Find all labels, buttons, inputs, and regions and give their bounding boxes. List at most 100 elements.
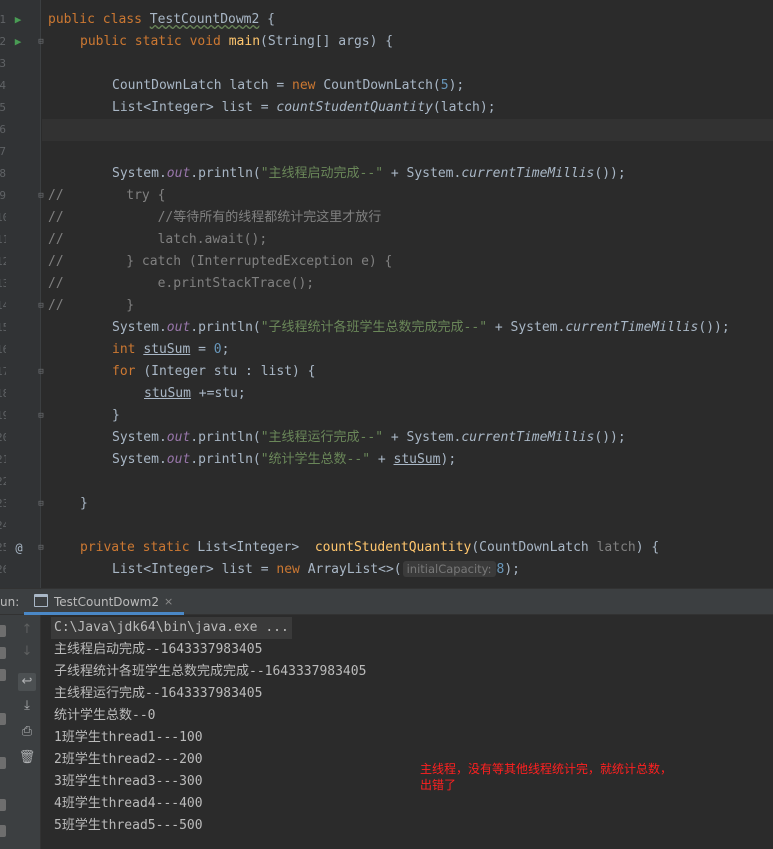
code-token: "子线程统计各班学生总数完成完成--" <box>260 320 488 335</box>
code-line: for (Integer stu : list) { <box>112 361 316 383</box>
code-token: latch.await(); <box>63 232 268 247</box>
run-class-icon[interactable]: ▶ <box>11 9 25 31</box>
console-line: 主线程启动完成--1643337983405 <box>54 642 263 657</box>
code-token: = <box>190 342 214 357</box>
stop-icon[interactable] <box>0 647 6 659</box>
code-line: System.out.println("子线程统计各班学生总数完成完成--" +… <box>112 317 730 339</box>
run-main-icon[interactable]: ▶ <box>11 31 25 53</box>
line-number: 15 <box>0 321 6 334</box>
console-line: 5班学生thread5---500 <box>54 818 203 833</box>
fold-icon[interactable]: ⊟ <box>36 31 46 53</box>
line-number: 5 <box>0 101 6 114</box>
line-number: 22 <box>0 475 6 488</box>
code-token: for <box>112 364 144 379</box>
code-token: new <box>292 78 324 93</box>
code-token: // <box>48 210 64 225</box>
scroll-to-end-icon[interactable]: ⤓ <box>18 697 36 715</box>
code-token: try { <box>63 188 166 203</box>
code-line: public static void main(String[] args) { <box>80 31 393 53</box>
current-line-highlight <box>42 119 773 141</box>
fold-icon[interactable]: ⊟ <box>36 295 46 317</box>
code-token: .println( <box>190 452 261 467</box>
console-line: 主线程运行完成--1643337983405 <box>54 686 263 701</box>
console-output[interactable]: C:\Java\jdk64\bin\java.exe ... 主线程启动完成--… <box>42 615 773 849</box>
line-number: 23 <box>0 497 6 510</box>
close-icon[interactable]: × <box>164 589 173 615</box>
code-token: int <box>112 342 144 357</box>
code-line: // } <box>48 295 134 317</box>
fold-icon[interactable]: ⊟ <box>36 493 46 515</box>
run-tool-window: un: TestCountDowm2 × ↑ ↓ ↩ ⤓ ⎙ 🗑 C:\Java… <box>0 588 773 849</box>
console-command-line[interactable]: C:\Java\jdk64\bin\java.exe ... <box>51 617 292 639</box>
line-number: 17 <box>0 365 6 378</box>
fold-icon[interactable]: ⊟ <box>36 405 46 427</box>
restore-layout-icon[interactable] <box>0 669 6 681</box>
down-arrow-icon[interactable]: ↓ <box>18 643 36 661</box>
code-line: System.out.println("主线程启动完成--" + System.… <box>112 163 626 185</box>
fold-icon[interactable]: ⊟ <box>36 185 46 207</box>
code-token: stuSum <box>144 386 191 401</box>
code-line: } <box>80 493 88 515</box>
code-editor[interactable]: 1 2 3 4 5 6 7 8 9 10 11 12 13 14 15 16 1… <box>0 0 773 588</box>
code-token: CountDownLatch( <box>323 78 441 93</box>
code-token: CountDownLatch latch = <box>112 78 293 93</box>
console-line: 2班学生thread2---200 <box>54 752 203 767</box>
code-token: (latch); <box>432 100 496 115</box>
code-token: // <box>48 254 64 269</box>
run-panel-header: un: TestCountDowm2 × <box>0 589 773 615</box>
console-line: 4班学生thread4---400 <box>54 796 203 811</box>
code-token: latch <box>596 540 636 555</box>
override-at-icon[interactable]: @ <box>12 537 26 559</box>
code-line: // //等待所有的线程都统计完这里才放行 <box>48 207 381 229</box>
print-icon[interactable]: ⎙ <box>18 723 36 741</box>
code-token: // <box>48 298 64 313</box>
code-token: currentTimeMillis <box>565 320 699 335</box>
export-icon[interactable] <box>0 825 6 837</box>
line-number: 16 <box>0 343 6 356</box>
code-token: ArrayList<>( <box>307 562 402 577</box>
code-token: (String[] args) { <box>260 34 394 49</box>
code-token: private static <box>80 540 198 555</box>
rerun-icon[interactable] <box>0 625 6 637</box>
code-token: out <box>166 452 191 467</box>
code-token: //等待所有的线程都统计完这里才放行 <box>63 210 382 225</box>
code-token: ; <box>221 342 230 357</box>
line-number: 26 <box>0 563 6 576</box>
code-line: // try { <box>48 185 165 207</box>
code-token: (Integer stu : list) { <box>143 364 316 379</box>
code-token: "主线程启动完成--" <box>260 166 384 181</box>
code-token: currentTimeMillis <box>461 430 595 445</box>
console-window-icon <box>34 594 48 607</box>
settings-icon[interactable] <box>0 713 6 725</box>
code-token: out <box>166 320 191 335</box>
fold-icon[interactable]: ⊟ <box>36 537 46 559</box>
layout-icon[interactable] <box>0 799 6 811</box>
code-line: } <box>112 405 120 427</box>
red-annotation-note: 主线程，没有等其他线程统计完，就统计总数，出错了 <box>420 762 673 792</box>
code-token: main <box>228 34 261 49</box>
code-token: System. <box>112 320 167 335</box>
code-token: { <box>259 12 275 27</box>
trash-icon[interactable]: 🗑 <box>18 749 36 767</box>
code-token: ) { <box>635 540 660 555</box>
code-token: ); <box>440 452 457 467</box>
code-line: CountDownLatch latch = new CountDownLatc… <box>112 75 464 97</box>
code-token: // <box>48 232 64 247</box>
code-token: .println( <box>190 166 261 181</box>
code-token: } <box>63 298 135 313</box>
up-arrow-icon[interactable]: ↑ <box>18 621 36 639</box>
code-token: + System. <box>383 430 462 445</box>
code-line: // latch.await(); <box>48 229 267 251</box>
code-token: +=stu; <box>190 386 246 401</box>
code-token: 0 <box>213 342 222 357</box>
run-panel-label: un: <box>0 595 20 609</box>
code-token: e.printStackTrace(); <box>63 276 315 291</box>
soft-wrap-icon[interactable]: ↩ <box>18 673 36 691</box>
code-token: System. <box>112 452 167 467</box>
pin-icon[interactable] <box>0 757 6 769</box>
line-number: 4 <box>0 79 6 92</box>
run-config-tab[interactable]: TestCountDowm2 × <box>24 589 184 615</box>
fold-icon[interactable]: ⊟ <box>36 361 46 383</box>
code-token: stuSum <box>143 342 191 357</box>
line-number: 1 <box>0 13 6 26</box>
